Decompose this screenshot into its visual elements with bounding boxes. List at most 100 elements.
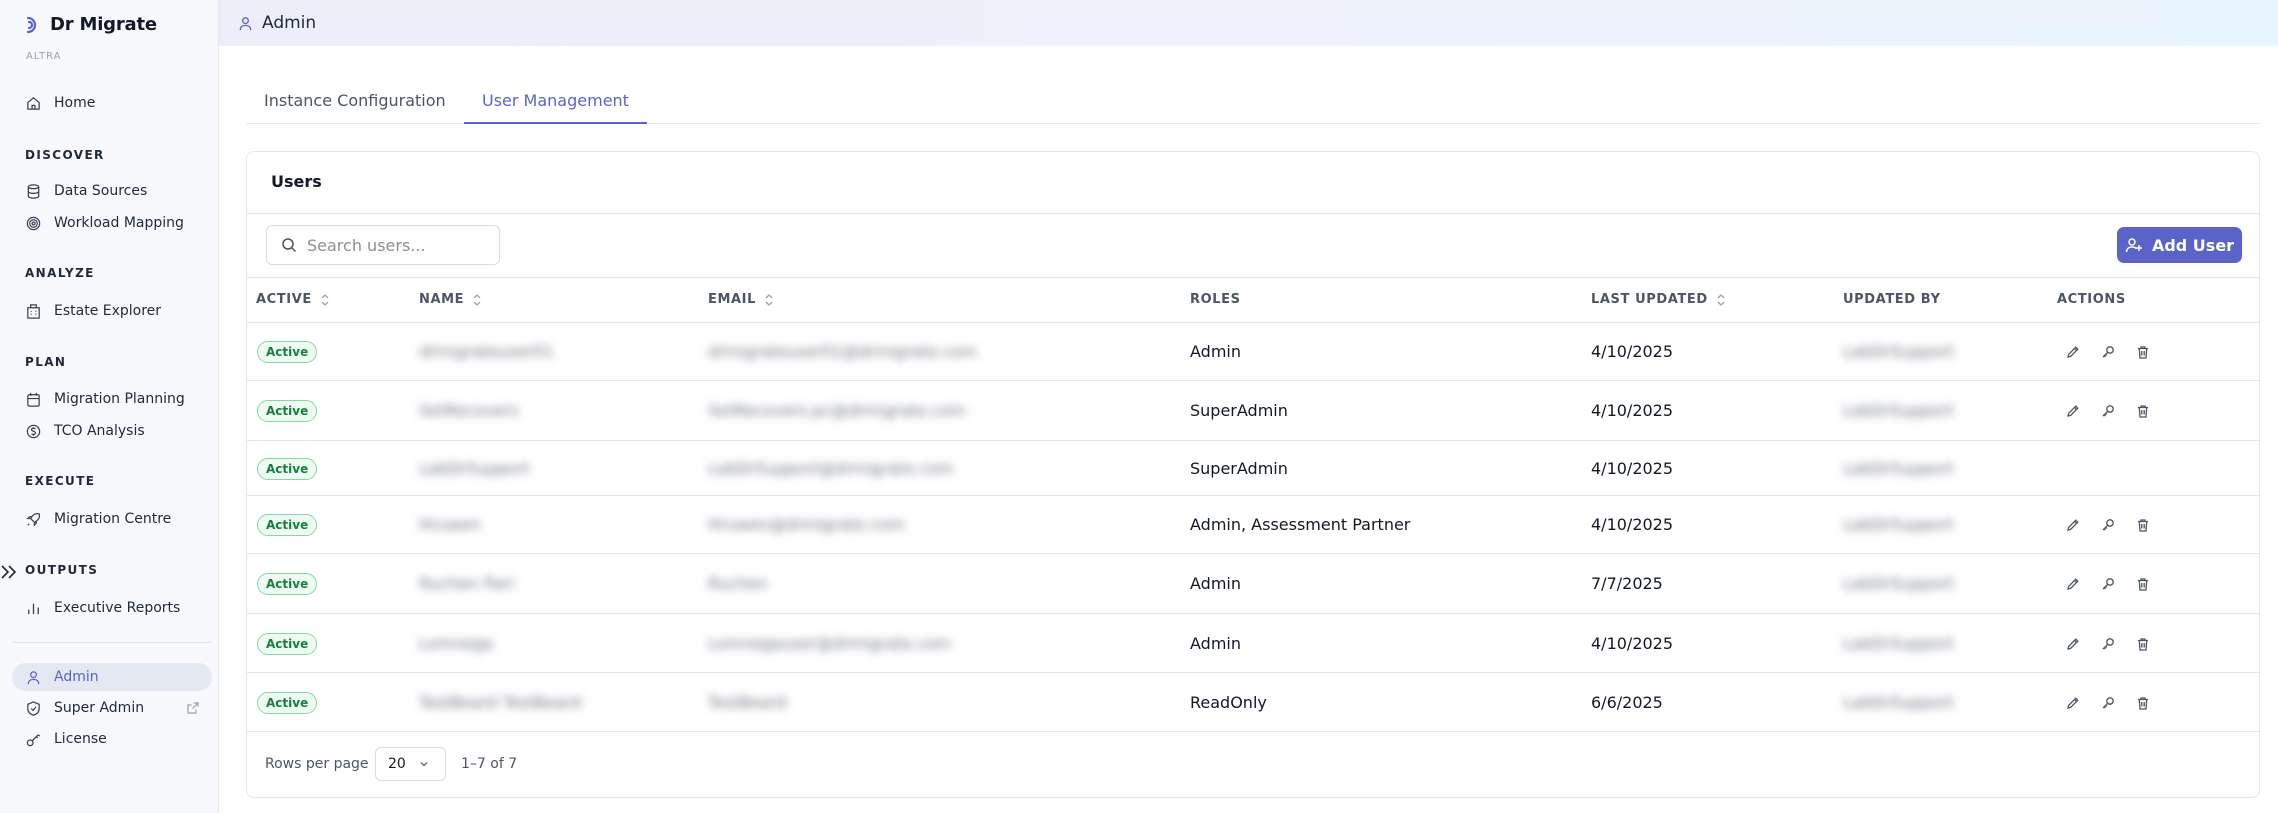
sidebar-item-workload-mapping[interactable]: Workload Mapping — [12, 209, 212, 237]
last-updated: 4/10/2025 — [1591, 515, 1674, 534]
sidebar-item-admin[interactable]: Admin — [12, 663, 212, 691]
sidebar-item-migration-planning[interactable]: Migration Planning — [12, 385, 212, 413]
key-icon — [2102, 405, 2114, 417]
table-row[interactable]: Active drmigrateuser01 drmigrateuser01@drm… — [247, 323, 2259, 381]
sidebar-item-label: Executive Reports — [54, 600, 181, 616]
delete-user-button[interactable] — [2135, 517, 2151, 533]
column-name[interactable]: NAME — [419, 292, 482, 307]
edit-user-button[interactable] — [2065, 695, 2081, 711]
last-updated: 6/6/2025 — [1591, 693, 1663, 712]
trash-icon — [2138, 638, 2148, 651]
sidebar-item-estate-explorer[interactable]: Estate Explorer — [12, 297, 212, 325]
edit-icon — [2067, 697, 2079, 709]
key-icon — [2102, 519, 2114, 531]
user-icon — [239, 16, 252, 30]
edit-user-button[interactable] — [2065, 344, 2081, 360]
search-icon — [282, 238, 297, 253]
user-name: Ruchen Parr — [419, 574, 516, 593]
table-row[interactable]: Active Hruwen Hruwen@drmigrate.com Admin, A… — [247, 496, 2259, 554]
reset-password-button[interactable] — [2100, 403, 2116, 419]
trash-icon — [2138, 346, 2148, 359]
delete-user-button[interactable] — [2135, 695, 2151, 711]
sidebar-item-label: Migration Planning — [54, 391, 185, 407]
column-actions: ACTIONS — [2057, 292, 2126, 307]
updated-by: LabDrSupport — [1843, 401, 1955, 420]
user-email: Lomnegauser@drmigrate.com — [708, 634, 952, 653]
key-icon — [2102, 346, 2114, 358]
reset-password-button[interactable] — [2100, 517, 2116, 533]
user-name: drmigrateuser01 — [419, 342, 554, 361]
sidebar-item-migration-centre[interactable]: Migration Centre — [12, 505, 212, 533]
table-header: ACTIVE NAME EMAIL ROLES LAST UPDATED UPD… — [247, 277, 2259, 323]
sidebar-item-super-admin[interactable]: Super Admin — [12, 694, 212, 722]
table-row[interactable]: Active Ruchen Parr Ruchen Admin 7/7/2025 LabD… — [247, 554, 2259, 614]
column-active[interactable]: ACTIVE — [256, 292, 330, 307]
column-label: ACTIVE — [256, 292, 312, 307]
tab-bar: Instance Configuration User Management — [246, 82, 2260, 124]
sidebar-item-data-sources[interactable]: Data Sources — [12, 177, 212, 205]
sidebar-item-label: Migration Centre — [54, 511, 172, 527]
sidebar-item-license[interactable]: License — [12, 725, 212, 753]
sort-icon — [765, 293, 773, 306]
expand-sidebar-icon[interactable] — [0, 562, 20, 582]
brand-subtitle: ALTRA — [26, 51, 62, 62]
reset-password-button[interactable] — [2100, 576, 2116, 592]
page-title: Admin — [262, 13, 317, 33]
user-name: SetRecovers — [419, 401, 519, 420]
updated-by: LabDrSupport — [1843, 574, 1955, 593]
section-outputs: OUTPUTS — [25, 563, 99, 577]
delete-user-button[interactable] — [2135, 576, 2151, 592]
status-badge: Active — [257, 633, 318, 655]
sidebar-item-label: Workload Mapping — [54, 215, 184, 231]
delete-user-button[interactable] — [2135, 403, 2151, 419]
sidebar-item-label: Data Sources — [54, 183, 148, 199]
card-title: Users — [271, 172, 322, 191]
trash-icon — [2138, 697, 2148, 710]
rows-per-page-select[interactable]: 20 — [375, 747, 446, 781]
table-row[interactable]: Active SetRecovers SetRecovers.pc@drmigrat… — [247, 381, 2259, 441]
edit-icon — [2067, 519, 2079, 531]
delete-user-button[interactable] — [2135, 636, 2151, 652]
edit-icon — [2067, 578, 2079, 590]
column-label: NAME — [419, 292, 465, 307]
sidebar-item-home[interactable]: Home — [12, 89, 212, 117]
edit-user-button[interactable] — [2065, 403, 2081, 419]
table-row[interactable]: Active TestBeard TestBeard TestBeard ReadOn… — [247, 673, 2259, 732]
rocket-icon — [26, 512, 41, 527]
sidebar-item-label: License — [54, 731, 107, 747]
sidebar-item-tco-analysis[interactable]: TCO Analysis — [12, 417, 212, 445]
sidebar-item-label: Home — [54, 95, 96, 111]
table-row[interactable]: Active Lomnega Lomnegauser@drmigrate.com Ad… — [247, 614, 2259, 673]
tab-instance-configuration[interactable]: Instance Configuration — [246, 82, 464, 124]
section-plan: PLAN — [25, 355, 67, 369]
user-roles: ReadOnly — [1190, 693, 1267, 712]
brand-title: Dr Migrate — [50, 14, 157, 35]
column-updated-by: UPDATED BY — [1843, 292, 1941, 307]
external-link-icon — [187, 702, 199, 714]
brand[interactable]: Dr Migrate — [22, 14, 157, 35]
user-roles: SuperAdmin — [1190, 459, 1288, 478]
edit-user-button[interactable] — [2065, 636, 2081, 652]
sidebar-divider — [12, 642, 212, 643]
key-icon — [26, 733, 41, 746]
sidebar-item-executive-reports[interactable]: Executive Reports — [12, 594, 212, 622]
column-last-updated[interactable]: LAST UPDATED — [1591, 292, 1726, 307]
reset-password-button[interactable] — [2100, 344, 2116, 360]
edit-user-button[interactable] — [2065, 576, 2081, 592]
status-badge: Active — [257, 514, 318, 536]
search-box[interactable] — [266, 225, 500, 265]
search-input[interactable] — [307, 235, 487, 255]
reset-password-button[interactable] — [2100, 695, 2116, 711]
user-roles: Admin, Assessment Partner — [1190, 515, 1411, 534]
home-icon — [27, 96, 40, 110]
reset-password-button[interactable] — [2100, 636, 2116, 652]
tab-user-management[interactable]: User Management — [464, 82, 647, 124]
last-updated: 4/10/2025 — [1591, 634, 1674, 653]
edit-user-button[interactable] — [2065, 517, 2081, 533]
column-email[interactable]: EMAIL — [708, 292, 774, 307]
edit-icon — [2067, 638, 2079, 650]
table-row[interactable]: Active LabDrSupport LabDrSupport@drmigrate… — [247, 441, 2259, 496]
add-user-button[interactable]: Add User — [2117, 227, 2242, 263]
user-email: Ruchen — [708, 574, 768, 593]
delete-user-button[interactable] — [2135, 344, 2151, 360]
